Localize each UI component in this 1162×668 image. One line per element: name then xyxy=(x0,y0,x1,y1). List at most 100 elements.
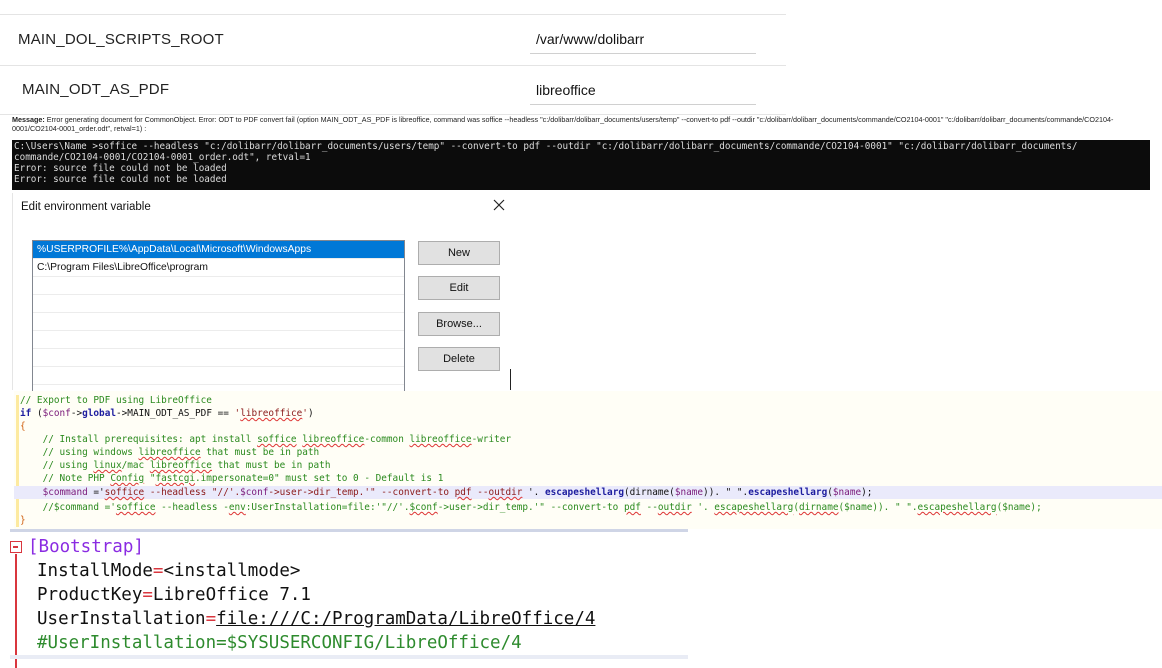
code-token: '. xyxy=(522,487,545,498)
list-item[interactable] xyxy=(33,313,404,331)
ini-value-link[interactable]: file:///C:/ProgramData/LibreOffice/4 xyxy=(216,609,595,629)
code-token: global xyxy=(82,408,116,419)
code-token: --headless - xyxy=(155,502,229,513)
list-item[interactable]: %USERPROFILE%\AppData\Local\Microsoft\Wi… xyxy=(33,241,404,259)
list-item[interactable] xyxy=(33,277,404,295)
edit-button[interactable]: Edit xyxy=(418,276,500,300)
console-line: Error: source file could not be loaded xyxy=(14,174,227,185)
error-message: Message: Error generating document for C… xyxy=(12,115,1152,133)
code-token: libreoffice xyxy=(302,434,365,445)
code-token: ($name)). " ". xyxy=(838,502,918,513)
setting-row-odt-as-pdf: MAIN_ODT_AS_PDF libreoffice xyxy=(0,65,786,115)
code-token: ->user->dir_temp.'" --convert-to xyxy=(437,502,624,513)
code-token: ( xyxy=(31,408,43,419)
code-token: escapeshellarg xyxy=(748,487,828,498)
code-line: } xyxy=(20,515,26,526)
setting-value-input[interactable]: /var/www/dolibarr xyxy=(530,21,756,54)
console-line: C:\Users\Name >soffice --headless "c:/do… xyxy=(14,141,1078,152)
code-token: libreoffice xyxy=(149,460,212,471)
code-token: $name xyxy=(832,487,862,498)
code-token: -- xyxy=(640,502,658,513)
ini-key: InstallMode xyxy=(37,561,153,581)
code-line: { xyxy=(20,421,26,432)
code-token: '. xyxy=(691,502,715,513)
code-token: escapeshellarg xyxy=(714,502,794,513)
code-token: escapeshellarg xyxy=(917,502,997,513)
code-token: :UserInstallation=file:'"//'. xyxy=(245,502,410,513)
list-item[interactable] xyxy=(33,349,404,367)
code-token: (dirname( xyxy=(624,487,675,498)
code-token: linux xyxy=(93,460,122,471)
code-line: if ($conf->global->MAIN_ODT_AS_PDF == 'l… xyxy=(20,407,314,420)
code-token: soffice xyxy=(257,434,297,445)
list-item[interactable] xyxy=(33,331,404,349)
fold-guide xyxy=(15,554,17,668)
code-token: // using xyxy=(20,460,94,471)
code-line: // Install prerequisites: apt install so… xyxy=(20,433,512,446)
code-token: fastcgi xyxy=(155,473,195,484)
setting-row-scripts-root: MAIN_DOL_SCRIPTS_ROOT /var/www/dolibarr xyxy=(0,14,786,63)
fold-collapse-icon[interactable] xyxy=(10,541,22,553)
code-line-highlighted: $command ='soffice --headless "//'.$conf… xyxy=(14,486,1162,499)
code-line: // using windows libreoffice that must b… xyxy=(20,446,320,459)
environment-variable-list[interactable]: %USERPROFILE%\AppData\Local\Microsoft\Wi… xyxy=(32,240,405,392)
delete-button[interactable]: Delete xyxy=(418,347,500,371)
code-token: MAIN_ODT_AS_PDF xyxy=(127,408,212,419)
php-code-editor: // Export to PDF using LibreOffice if ($… xyxy=(14,391,1162,529)
message-text: Error generating document for CommonObje… xyxy=(12,115,1114,133)
code-token: outdir xyxy=(657,502,692,513)
code-token: // using windows xyxy=(20,447,139,458)
code-token: pdf xyxy=(454,487,472,498)
command-prompt-output: C:\Users\Name >soffice --headless "c:/do… xyxy=(12,140,1150,190)
list-item[interactable] xyxy=(33,367,404,385)
code-token: libreoffice xyxy=(138,447,201,458)
code-token: -> xyxy=(116,408,128,419)
code-line: // using linux/mac libreoffice that must… xyxy=(20,459,331,472)
code-token: == xyxy=(211,408,235,419)
list-item[interactable] xyxy=(33,295,404,313)
code-token: -- xyxy=(471,487,489,498)
code-token: ); xyxy=(861,487,873,498)
close-icon[interactable] xyxy=(491,197,507,213)
setting-value-input[interactable]: libreoffice xyxy=(530,72,756,105)
console-line: commande/CO2104-0001/CO2104-0001_order.o… xyxy=(14,152,311,163)
ini-equals: = xyxy=(142,585,153,605)
change-gutter xyxy=(16,395,19,527)
settings-table: MAIN_DOL_SCRIPTS_ROOT /var/www/dolibarr … xyxy=(0,0,786,115)
ini-line: UserInstallation=file:///C:/ProgramData/… xyxy=(37,607,595,631)
code-token: -common xyxy=(364,434,410,445)
code-token: " xyxy=(144,473,156,484)
code-line: // Export to PDF using LibreOffice xyxy=(20,395,212,406)
message-label: Message: xyxy=(12,115,45,124)
code-token: //$command =' xyxy=(20,502,116,513)
code-token: =' xyxy=(87,487,105,498)
new-button[interactable]: New xyxy=(418,241,500,265)
code-token: $name xyxy=(674,487,704,498)
code-token: Config xyxy=(110,473,145,484)
code-token: dirname xyxy=(798,502,839,513)
ini-equals: = xyxy=(152,561,164,581)
ini-file-editor: [Bootstrap] InstallMode=<installmode> Pr… xyxy=(10,529,688,668)
code-token: libreoffice xyxy=(240,408,303,419)
code-token: ($name); xyxy=(996,502,1042,513)
setting-value: libreoffice xyxy=(536,82,596,98)
ini-line: InstallMode=<installmode> xyxy=(37,559,300,583)
ini-section-header: [Bootstrap] xyxy=(28,537,144,557)
code-token: ) xyxy=(307,408,314,419)
ini-key: UserInstallation xyxy=(37,609,206,629)
code-token: $conf xyxy=(240,487,269,498)
list-item[interactable]: C:\Program Files\LibreOffice\program xyxy=(33,259,404,277)
code-token: -> xyxy=(70,408,83,419)
code-token: -writer xyxy=(471,434,512,445)
dialog-title: Edit environment variable xyxy=(21,201,151,213)
code-token: soffice xyxy=(104,487,145,498)
setting-value: /var/www/dolibarr xyxy=(536,31,645,47)
code-token: outdir xyxy=(488,487,523,498)
code-token: if xyxy=(20,408,32,419)
code-line: // Note PHP Config "fastcgi.impersonate=… xyxy=(20,472,444,485)
console-line: Error: source file could not be loaded xyxy=(14,163,227,174)
browse-button[interactable]: Browse... xyxy=(418,312,500,336)
ini-value: <installmode> xyxy=(163,561,301,581)
code-token: )). " ". xyxy=(703,487,749,498)
